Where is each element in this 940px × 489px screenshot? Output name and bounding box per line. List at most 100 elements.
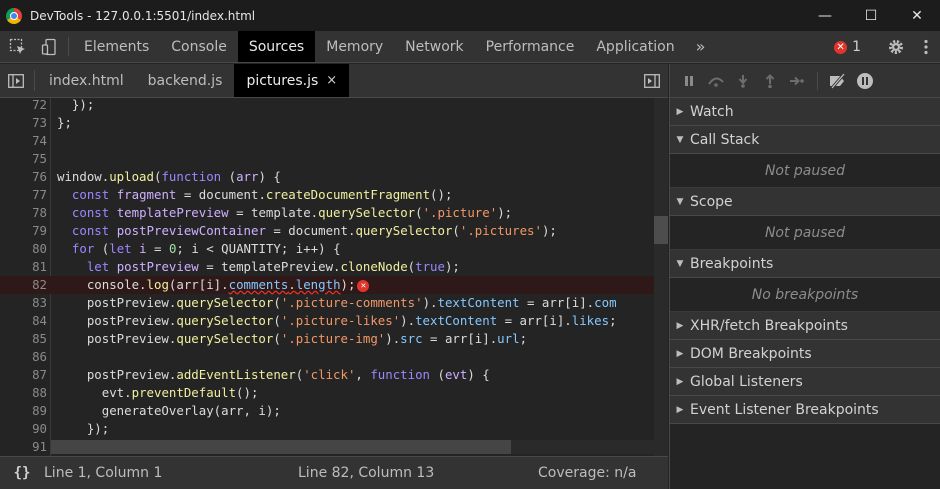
- line-number[interactable]: 86: [0, 348, 47, 366]
- code-line[interactable]: 74: [0, 132, 654, 150]
- tab-performance[interactable]: Performance: [475, 31, 586, 62]
- code-line[interactable]: 75: [0, 150, 654, 168]
- minimize-button[interactable]: —: [802, 0, 848, 31]
- line-number[interactable]: 78: [0, 204, 47, 222]
- line-number[interactable]: 87: [0, 366, 47, 384]
- line-number[interactable]: 84: [0, 312, 47, 330]
- section-scope[interactable]: ▼ Scope: [670, 188, 940, 216]
- line-number[interactable]: 76: [0, 168, 47, 186]
- horizontal-scrollbar[interactable]: [51, 440, 654, 454]
- line-number[interactable]: 82: [0, 276, 47, 294]
- section-xhr-fetch-breakpoints[interactable]: ▶ XHR/fetch Breakpoints: [670, 312, 940, 340]
- line-number[interactable]: 88: [0, 384, 47, 402]
- code-line[interactable]: 76 window.upload(function (arr) {: [0, 168, 654, 186]
- step-icon[interactable]: [784, 68, 810, 94]
- line-source: postPreview.querySelector('.picture-img'…: [57, 331, 528, 346]
- section-dom-breakpoints[interactable]: ▶ DOM Breakpoints: [670, 340, 940, 368]
- code-line[interactable]: 72 });: [0, 98, 654, 114]
- line-number[interactable]: 81: [0, 258, 47, 276]
- toolbar-divider: [68, 37, 69, 56]
- error-position[interactable]: Line 82, Column 13: [298, 465, 538, 481]
- more-options-icon[interactable]: [912, 39, 940, 55]
- code-line[interactable]: 88 evt.preventDefault();: [0, 384, 654, 402]
- code-line[interactable]: 77 const fragment = document.createDocum…: [0, 186, 654, 204]
- line-number[interactable]: 91: [0, 438, 47, 456]
- file-tab-index-html[interactable]: index.html: [37, 64, 136, 97]
- settings-gear-icon[interactable]: [880, 38, 912, 56]
- debugger-sidebar: ▶ Watch ▼ Call Stack Not paused ▼ Scope Not pau…: [669, 64, 940, 489]
- line-number[interactable]: 80: [0, 240, 47, 258]
- code-line[interactable]: 80 for (let i = 0; i < QUANTITY; i++) {: [0, 240, 654, 258]
- editor-tab-bar: index.html backend.js pictures.js ×: [0, 64, 668, 98]
- code-line[interactable]: 83 postPreview.querySelector('.picture-c…: [0, 294, 654, 312]
- line-number[interactable]: 89: [0, 402, 47, 420]
- section-title: Watch: [690, 103, 734, 120]
- pretty-print-button[interactable]: {}: [0, 465, 44, 481]
- pause-on-exceptions-icon[interactable]: [852, 68, 878, 94]
- line-number[interactable]: 75: [0, 150, 47, 168]
- file-tab-pictures-js[interactable]: pictures.js ×: [234, 64, 350, 97]
- file-tab-label: pictures.js: [246, 72, 319, 89]
- line-number[interactable]: 74: [0, 132, 47, 150]
- vertical-scroll-thumb[interactable]: [654, 216, 668, 244]
- toolbar-divider: [34, 70, 35, 91]
- line-number[interactable]: 79: [0, 222, 47, 240]
- line-number[interactable]: 72: [0, 98, 47, 114]
- inspect-element-icon[interactable]: [0, 31, 36, 62]
- expanded-triangle-icon: ▼: [676, 258, 684, 269]
- debugger-toolbar: [670, 64, 940, 98]
- section-global-listeners[interactable]: ▶ Global Listeners: [670, 368, 940, 396]
- tab-sources[interactable]: Sources: [237, 31, 316, 62]
- code-line[interactable]: 87 postPreview.addEventListener('click',…: [0, 366, 654, 384]
- close-window-button[interactable]: ✕: [894, 0, 940, 31]
- window-title: DevTools - 127.0.0.1:5501/index.html: [30, 8, 256, 23]
- section-call-stack[interactable]: ▼ Call Stack: [670, 126, 940, 154]
- toggle-debugger-icon[interactable]: [636, 64, 668, 97]
- step-into-icon[interactable]: [730, 68, 756, 94]
- maximize-button[interactable]: ☐: [848, 0, 894, 31]
- deactivate-breakpoints-icon[interactable]: [825, 68, 851, 94]
- code-line[interactable]: 79 const postPreviewContainer = document…: [0, 222, 654, 240]
- line-number[interactable]: 83: [0, 294, 47, 312]
- device-toolbar-icon[interactable]: [36, 31, 64, 62]
- tab-console[interactable]: Console: [160, 31, 238, 62]
- toggle-navigator-icon[interactable]: [0, 64, 32, 97]
- step-out-icon[interactable]: [757, 68, 783, 94]
- code-line[interactable]: 85 postPreview.querySelector('.picture-i…: [0, 330, 654, 348]
- line-number[interactable]: 90: [0, 420, 47, 438]
- section-breakpoints[interactable]: ▼ Breakpoints: [670, 250, 940, 278]
- tab-memory[interactable]: Memory: [315, 31, 394, 62]
- code-line[interactable]: 81 let postPreview = templatePreview.clo…: [0, 258, 654, 276]
- file-tab-backend-js[interactable]: backend.js: [136, 64, 235, 97]
- section-watch[interactable]: ▶ Watch: [670, 98, 940, 126]
- file-tab-label: index.html: [49, 72, 124, 89]
- section-breakpoints-status: No breakpoints: [670, 278, 940, 312]
- step-over-icon[interactable]: [703, 68, 729, 94]
- code-line[interactable]: 84 postPreview.querySelector('.picture-l…: [0, 312, 654, 330]
- collapsed-triangle-icon: ▶: [676, 376, 684, 387]
- code-editor[interactable]: 72 }); 73}; 74 75 76 window.upload(function (…: [0, 98, 668, 456]
- line-number[interactable]: 85: [0, 330, 47, 348]
- more-tabs-button[interactable]: »: [686, 31, 716, 62]
- close-tab-icon[interactable]: ×: [326, 73, 337, 88]
- code-line[interactable]: 78 const templatePreview = template.quer…: [0, 204, 654, 222]
- horizontal-scroll-thumb[interactable]: [51, 440, 511, 454]
- error-count: 1: [852, 39, 861, 55]
- tab-application[interactable]: Application: [585, 31, 685, 62]
- pause-icon[interactable]: [676, 68, 702, 94]
- tab-network[interactable]: Network: [394, 31, 474, 62]
- code-line[interactable]: 73};: [0, 114, 654, 132]
- vertical-scrollbar[interactable]: [654, 98, 668, 456]
- section-event-listener-breakpoints[interactable]: ▶ Event Listener Breakpoints: [670, 396, 940, 424]
- error-counter[interactable]: ✕ 1: [824, 39, 871, 55]
- code-line[interactable]: 89 generateOverlay(arr, i);: [0, 402, 654, 420]
- code-line[interactable]: 90 });: [0, 420, 654, 438]
- line-source: postPreview.querySelector('.picture-like…: [57, 313, 617, 328]
- tab-elements[interactable]: Elements: [73, 31, 160, 62]
- cursor-position: Line 1, Column 1: [44, 465, 163, 481]
- code-line-error[interactable]: 82 console.log(arr[i].comments.length); ✕: [0, 276, 654, 294]
- code-line[interactable]: 86: [0, 348, 654, 366]
- line-number[interactable]: 73: [0, 114, 47, 132]
- line-number[interactable]: 77: [0, 186, 47, 204]
- coverage-status: Coverage: n/a: [538, 465, 637, 481]
